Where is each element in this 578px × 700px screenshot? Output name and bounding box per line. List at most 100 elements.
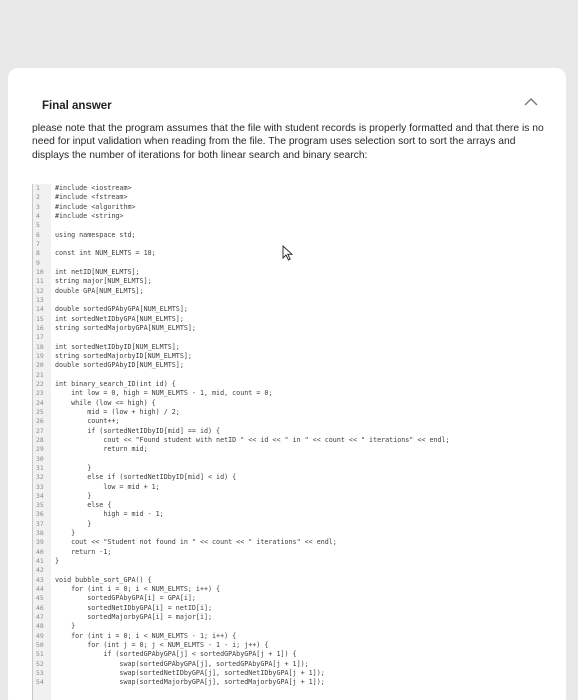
line-number: 46 [36,603,44,612]
code-text: } [55,519,92,528]
code-line: 11 string major[NUM_ELMTS]; [33,277,552,286]
line-number: 18 [36,342,44,351]
code-line: 25 mid = (low + high) / 2; [33,408,552,417]
line-number: 23 [36,389,44,398]
line-number: 2 [36,193,40,202]
code-text: sortedNetIDbyGPA[i] = netID[i]; [55,603,213,612]
code-text: mid = (low + high) / 2; [55,407,180,416]
code-line: 26 count++; [33,417,552,426]
line-number: 22 [36,379,44,388]
line-number: 10 [36,267,44,276]
code-line: 31 } [33,464,552,473]
line-number: 41 [36,557,44,566]
code-line: 30 [33,455,552,464]
code-line: 4 #include <string> [33,212,552,221]
line-number: 21 [36,370,44,379]
line-number: 25 [36,407,44,416]
code-text: return mid; [55,445,148,454]
code-line: 39 cout << "Student not found in " << co… [33,538,552,547]
code-text: double sortedGPAbyGPA[NUM_ELMTS]; [55,305,188,314]
code-line: 20 double sortedGPAbyID[NUM_ELMTS]; [33,361,552,370]
code-text: string sortedMajorbyID[NUM_ELMTS]; [55,351,192,360]
code-line: 19 string sortedMajorbyID[NUM_ELMTS]; [33,352,552,361]
final-answer-title: Final answer [42,100,112,112]
line-number: 8 [36,249,40,258]
line-number: 6 [36,230,40,239]
code-line: 40 return -1; [33,548,552,557]
code-text: void bubble_sort_GPA() { [55,575,152,584]
code-line: 47 sortedMajorbyGPA[i] = major[i]; [33,613,552,622]
code-text: #include <string> [55,211,124,220]
line-number: 37 [36,519,44,528]
line-number: 4 [36,211,40,220]
code-line: 41} [33,557,552,566]
line-number: 51 [36,650,44,659]
line-number: 39 [36,538,44,547]
line-number: 53 [36,669,44,678]
line-number: 29 [36,445,44,454]
line-number: 24 [36,398,44,407]
code-line: 54 swap(sortedMajorbyGPA[j], sortedMajor… [33,678,552,687]
code-text: } [55,491,92,500]
line-number: 28 [36,435,44,444]
line-number: 1 [36,184,40,192]
line-number: 5 [36,221,40,230]
code-line: 38 } [33,529,552,538]
code-text: for (int i = 0; i < NUM_ELMTS; i++) { [55,585,221,594]
code-text: swap(sortedMajorbyGPA[j], sortedMajorbyG… [55,678,325,687]
code-line: 22 int binary_search_ID(int id) { [33,380,552,389]
line-number: 54 [36,678,44,687]
code-line: 18 int sortedNetIDbyID[NUM_ELMTS]; [33,343,552,352]
line-number: 36 [36,510,44,519]
code-text: if (sortedNetIDbyID[mid] == id) { [55,426,221,435]
line-number: 45 [36,594,44,603]
line-number: 9 [36,258,40,267]
line-number: 49 [36,631,44,640]
code-line: 14 double sortedGPAbyGPA[NUM_ELMTS]; [33,305,552,314]
code-text: int low = 0, high = NUM_ELMTS - 1, mid, … [55,389,273,398]
line-number: 31 [36,463,44,472]
line-number: 42 [36,566,44,575]
line-number: 7 [36,239,40,248]
code-line: 5 [33,221,552,230]
line-number: 43 [36,575,44,584]
line-number: 16 [36,323,44,332]
answer-card: Final answer please note that the progra… [8,68,566,700]
code-text: return -1; [55,547,112,556]
code-text: #include <fstream> [55,193,128,202]
code-text: string sortedMajorbyGPA[NUM_ELMTS]; [55,323,196,332]
line-number: 44 [36,585,44,594]
code-text: else { [55,501,112,510]
line-number: 26 [36,417,44,426]
code-text: using namespace std; [55,230,136,239]
line-number: 38 [36,529,44,538]
code-line: 33 low = mid + 1; [33,483,552,492]
line-number: 15 [36,314,44,323]
code-line: 48 } [33,622,552,631]
line-number: 34 [36,491,44,500]
code-line: 34 } [33,492,552,501]
code-line: 53 swap(sortedNetIDbyGPA[j], sortedNetID… [33,669,552,678]
line-number: 11 [36,277,44,286]
code-line: 51 if (sortedGPAbyGPA[j] < sortedGPAbyGP… [33,650,552,659]
code-line: 24 while (low <= high) { [33,399,552,408]
code-line: 12 double GPA[NUM_ELMTS]; [33,287,552,296]
answer-description: please note that the program assumes tha… [32,123,544,161]
code-text: while (low <= high) { [55,398,156,407]
code-line: 10 int netID[NUM_ELMTS]; [33,268,552,277]
collapse-button[interactable] [518,88,544,114]
code-text: string major[NUM_ELMTS]; [55,277,152,286]
code-line: 6 using namespace std; [33,231,552,240]
code-line: 1 #include <iostream> [33,184,552,193]
line-number: 32 [36,473,44,482]
line-number: 20 [36,361,44,370]
code-text: } [55,622,76,631]
code-text: int binary_search_ID(int id) { [55,379,176,388]
chevron-up-icon [524,97,538,105]
code-line: 42 [33,566,552,575]
code-line: 2 #include <fstream> [33,193,552,202]
